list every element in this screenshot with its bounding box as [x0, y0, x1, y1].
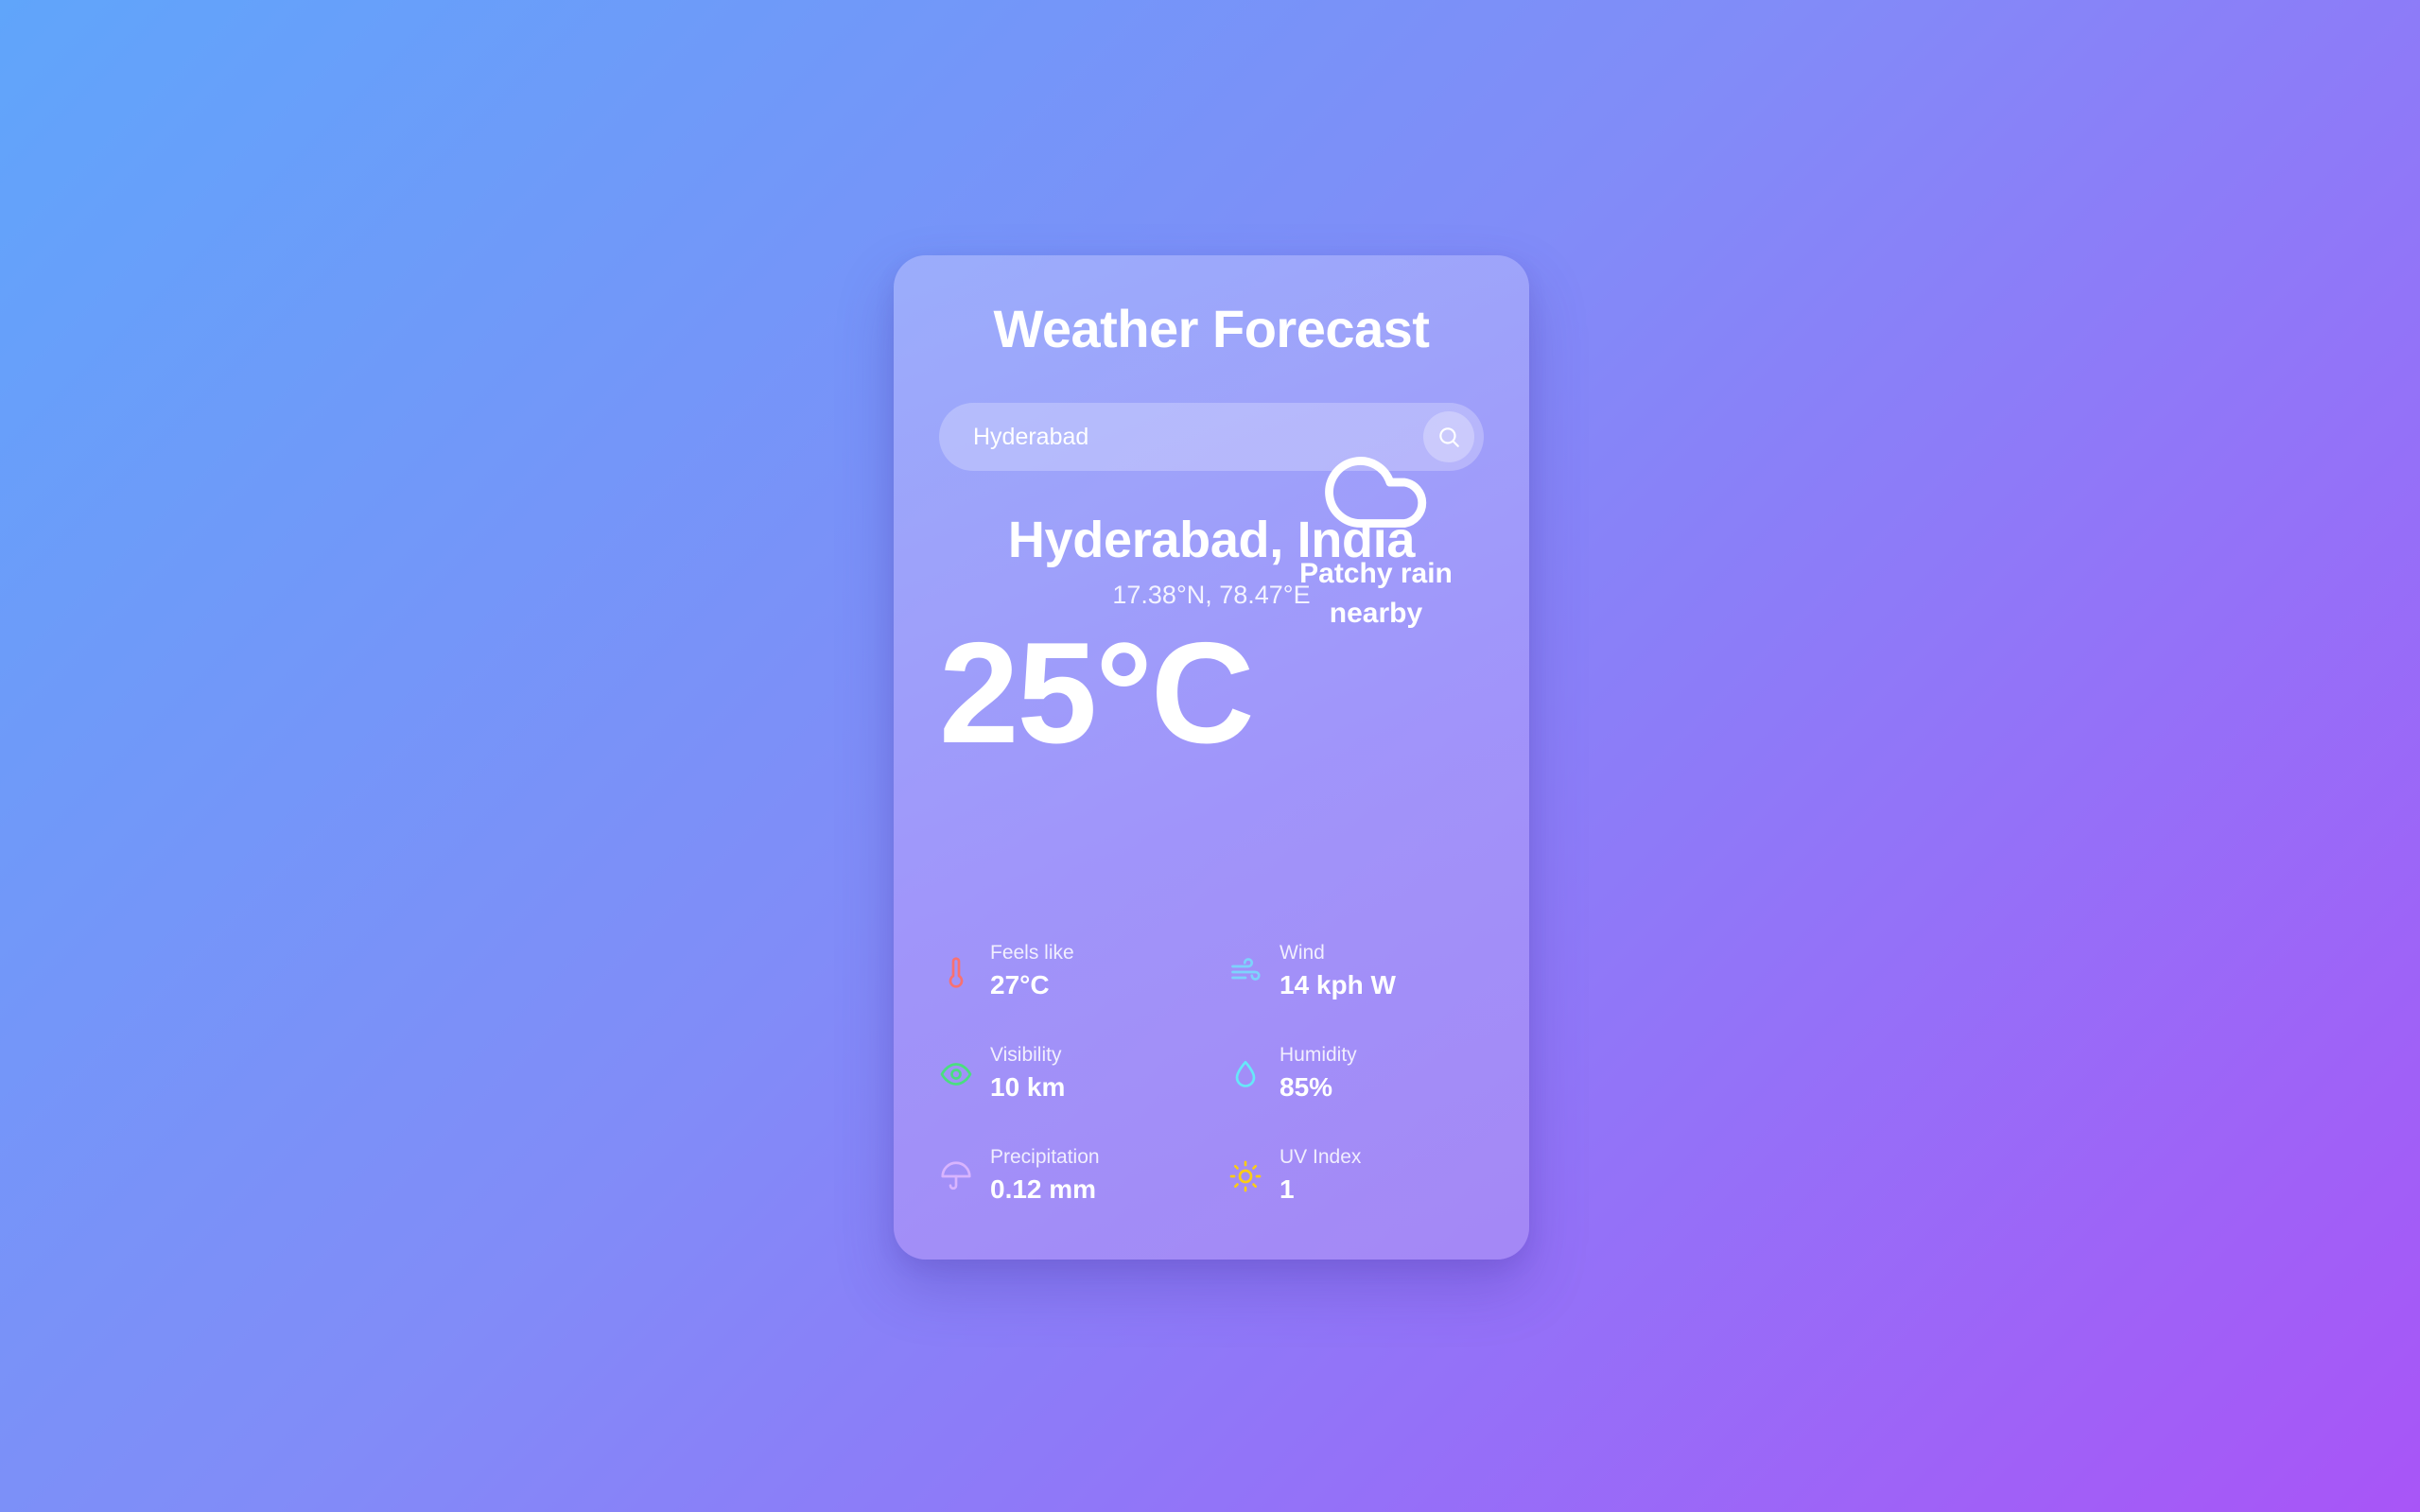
current-condition: Patchy rain nearby	[1281, 435, 1471, 634]
cloud-icon	[1325, 457, 1427, 528]
detail-value: 10 km	[990, 1072, 1066, 1102]
detail-label: Precipitation	[990, 1146, 1100, 1168]
detail-feels-like: Feels like 27°C	[939, 940, 1204, 1016]
detail-visibility: Visibility 10 km	[939, 1042, 1204, 1118]
umbrella-icon	[941, 1161, 971, 1190]
detail-value: 1	[1280, 1174, 1295, 1204]
detail-value: 0.12 mm	[990, 1174, 1097, 1204]
detail-label: Humidity	[1280, 1044, 1357, 1066]
detail-precipitation: Precipitation 0.12 mm	[939, 1144, 1204, 1220]
detail-humidity: Humidity 85%	[1228, 1042, 1493, 1118]
condition-text: Patchy rain nearby	[1299, 558, 1453, 629]
detail-label: Visibility	[990, 1044, 1062, 1066]
page-title: Weather Forecast	[993, 299, 1430, 358]
sun-icon	[1229, 1160, 1262, 1192]
detail-value: 14 kph W	[1280, 970, 1396, 999]
current-temperature: 25°C	[939, 613, 1255, 773]
detail-value: 85%	[1280, 1072, 1333, 1102]
detail-label: Feels like	[990, 942, 1074, 964]
detail-uv-index: UV Index 1	[1228, 1144, 1493, 1220]
detail-label: Wind	[1280, 942, 1325, 964]
wind-icon	[1231, 958, 1261, 981]
thermometer-icon	[949, 957, 964, 988]
eye-icon	[940, 1063, 972, 1086]
droplet-icon	[1235, 1060, 1256, 1087]
detail-value: 27°C	[990, 970, 1050, 999]
weather-card: Weather Forecast Hyderabad, India 17.38°…	[894, 255, 1529, 1260]
detail-label: UV Index	[1280, 1146, 1362, 1168]
detail-wind: Wind 14 kph W	[1228, 940, 1493, 1016]
